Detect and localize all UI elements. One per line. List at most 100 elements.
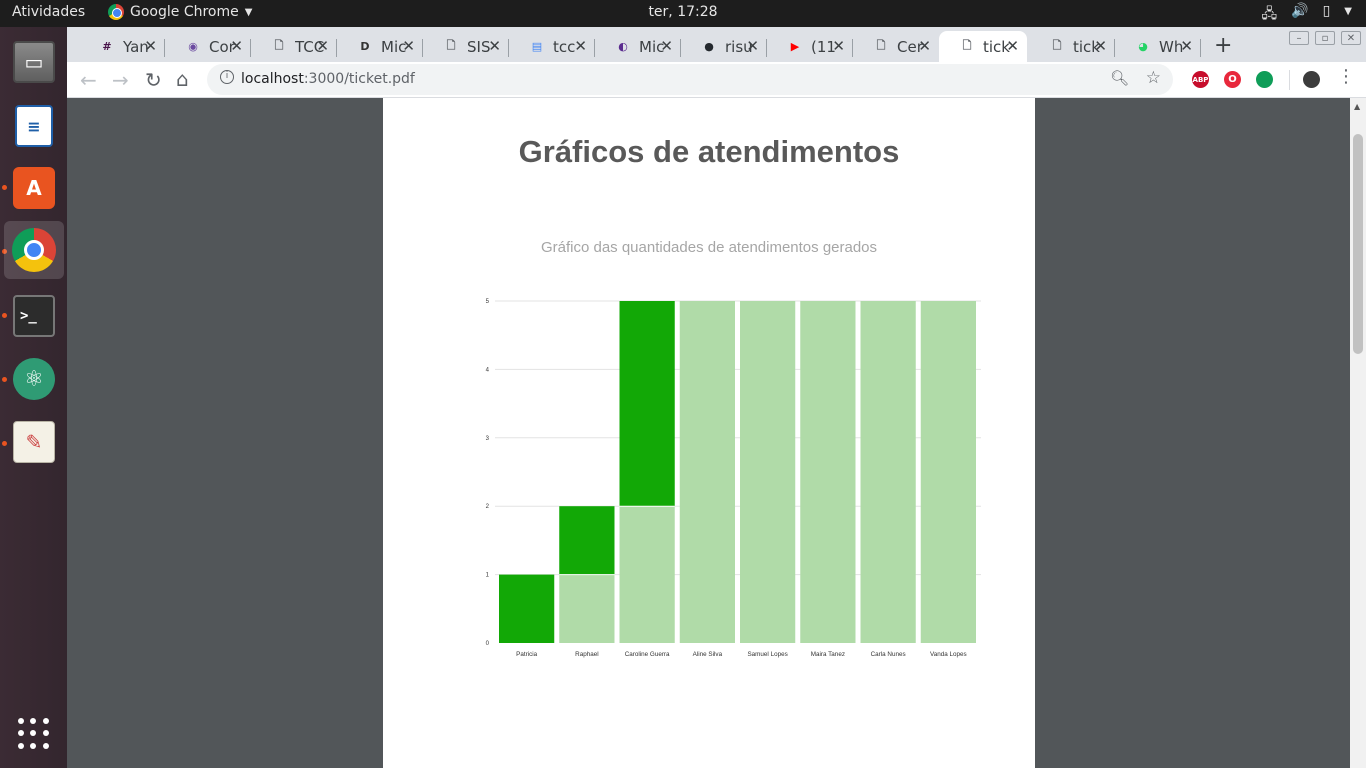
bar-segment <box>619 506 675 643</box>
tab-3[interactable]: D Mic ✕ <box>337 31 423 62</box>
close-tab-icon[interactable]: ✕ <box>1094 37 1107 55</box>
url-path: :3000/ticket.pdf <box>303 71 415 87</box>
reload-button[interactable]: ↻ <box>145 68 162 92</box>
document-icon: 🗋 <box>962 39 972 52</box>
minimize-button[interactable]: – <box>1289 31 1309 45</box>
tab-5[interactable]: ▤ tcc ✕ <box>509 31 595 62</box>
hangouts-icon[interactable] <box>1256 71 1273 88</box>
menu-icon[interactable]: ⋮ <box>1337 66 1355 87</box>
ring-icon: ◉ <box>188 40 198 53</box>
dock-item-text-editor[interactable]: ✎ <box>4 413 64 471</box>
tab-8[interactable]: ▶ (11 ✕ <box>767 31 853 62</box>
y-tick-label: 2 <box>486 504 490 510</box>
youtube-icon: ▶ <box>790 40 800 53</box>
x-tick-label: Samuel Lopes <box>747 651 787 658</box>
x-tick-label: Caroline Guerra <box>625 651 670 658</box>
tab-9[interactable]: 🗋 Cer ✕ <box>853 31 939 62</box>
back-button[interactable]: ← <box>80 68 97 92</box>
show-applications-button[interactable] <box>4 705 64 763</box>
x-tick-label: Patricia <box>516 651 537 658</box>
tab-4[interactable]: 🗋 SIS ✕ <box>423 31 509 62</box>
close-tab-icon[interactable]: ✕ <box>832 37 845 55</box>
close-tab-icon[interactable]: ✕ <box>918 37 931 55</box>
dock-item-atom[interactable]: ⚛ <box>4 350 64 408</box>
tab-1[interactable]: ◉ Cor ✕ <box>165 31 251 62</box>
pdf-viewer[interactable]: Gráficos de atendimentos Gráfico das qua… <box>67 98 1350 768</box>
y-tick-label: 1 <box>486 573 490 579</box>
document-icon: 🗋 <box>876 39 886 52</box>
close-tab-icon[interactable]: ✕ <box>1006 37 1019 55</box>
close-tab-icon[interactable]: ✕ <box>746 37 759 55</box>
browser-toolbar: ← → ↻ ⌂ i localhost:3000/ticket.pdf 🔍︎ ☆… <box>67 62 1366 98</box>
maximize-button[interactable]: ▫ <box>1315 31 1335 45</box>
opera-icon[interactable]: O <box>1224 71 1241 88</box>
show-applications-icon <box>18 718 50 750</box>
x-tick-label: Aline Silva <box>693 651 723 658</box>
ubuntu-software-icon: A <box>13 167 55 209</box>
d-logo-icon: D <box>360 40 370 53</box>
bookmark-star-icon[interactable]: ☆ <box>1146 68 1161 88</box>
google-chrome-icon <box>108 4 124 20</box>
dock-item-chrome[interactable] <box>4 221 64 279</box>
system-tray[interactable]: 🖧 🔊 ▯ ▼ <box>1262 3 1352 27</box>
address-bar[interactable]: i localhost:3000/ticket.pdf 🔍︎ ☆ <box>207 64 1173 95</box>
atom-icon: ⚛ <box>13 358 55 400</box>
bar-segment <box>679 301 735 643</box>
libreoffice-writer-icon: ≡ <box>15 105 53 147</box>
tab-10[interactable]: 🗋 tick ✕ <box>939 31 1027 62</box>
tab-0[interactable]: # Yan ✕ <box>79 31 165 62</box>
close-tab-icon[interactable]: ✕ <box>230 37 243 55</box>
hash-icon: # <box>102 40 112 53</box>
terminal-icon: >_ <box>13 295 55 337</box>
adblock-plus-icon[interactable]: ABP <box>1192 71 1209 88</box>
dock-item-terminal[interactable]: >_ <box>4 287 64 345</box>
dock: ▭ ≡ A >_ ⚛ ✎ <box>0 27 67 768</box>
volume-icon: 🔊 <box>1291 3 1309 19</box>
tab-separator <box>1200 39 1201 57</box>
close-tab-icon[interactable]: ✕ <box>316 37 329 55</box>
bar-segment <box>499 574 555 643</box>
tab-6[interactable]: ◐ Mic ✕ <box>595 31 681 62</box>
profile-avatar[interactable] <box>1303 71 1320 88</box>
tab-12[interactable]: ◕ Wh ✕ <box>1115 31 1201 62</box>
app-menu[interactable]: Google Chrome ▼ <box>108 4 252 20</box>
tab-7[interactable]: ● risu ✕ <box>681 31 767 62</box>
text-editor-icon: ✎ <box>13 421 55 463</box>
activities-button[interactable]: Atividades <box>12 4 85 20</box>
document-icon: 🗋 <box>1052 39 1062 52</box>
tab-11[interactable]: 🗋 tick ✕ <box>1029 31 1115 62</box>
docs-icon: ▤ <box>531 40 543 53</box>
files-icon: ▭ <box>13 41 55 83</box>
x-tick-label: Carla Nunes <box>871 651 906 658</box>
info-icon[interactable]: i <box>220 70 234 84</box>
close-window-button[interactable]: ✕ <box>1341 31 1361 45</box>
chevron-down-icon: ▼ <box>1344 6 1352 17</box>
dock-item-files[interactable]: ▭ <box>4 33 64 91</box>
close-tab-icon[interactable]: ✕ <box>1180 37 1193 55</box>
github-icon: ● <box>704 40 714 53</box>
pdf-page: Gráficos de atendimentos Gráfico das qua… <box>383 98 1035 768</box>
bar-segment <box>860 301 916 643</box>
x-tick-label: Vanda Lopes <box>930 651 967 658</box>
bar-segment <box>800 301 856 643</box>
close-tab-icon[interactable]: ✕ <box>574 37 587 55</box>
y-tick-label: 0 <box>486 641 490 647</box>
close-tab-icon[interactable]: ✕ <box>402 37 415 55</box>
new-tab-button[interactable]: + <box>1214 33 1232 58</box>
forward-button[interactable]: → <box>112 68 129 92</box>
close-tab-icon[interactable]: ✕ <box>488 37 501 55</box>
scroll-up-arrow-icon[interactable]: ▲ <box>1354 102 1360 111</box>
close-tab-icon[interactable]: ✕ <box>660 37 673 55</box>
globe-icon: ◐ <box>618 40 628 53</box>
close-tab-icon[interactable]: ✕ <box>144 37 157 55</box>
dock-item-software[interactable]: A <box>4 159 64 217</box>
zoom-icon[interactable]: 🔍︎ <box>1110 69 1129 87</box>
y-tick-label: 5 <box>486 299 490 305</box>
home-button[interactable]: ⌂ <box>176 67 189 91</box>
scrollbar-thumb[interactable] <box>1353 134 1363 354</box>
vertical-scrollbar[interactable]: ▲ <box>1350 98 1366 768</box>
tab-2[interactable]: 🗋 TCC ✕ <box>251 31 337 62</box>
document-icon: 🗋 <box>274 39 284 52</box>
dock-item-writer[interactable]: ≡ <box>4 97 64 155</box>
address-url[interactable]: localhost:3000/ticket.pdf <box>241 71 415 87</box>
